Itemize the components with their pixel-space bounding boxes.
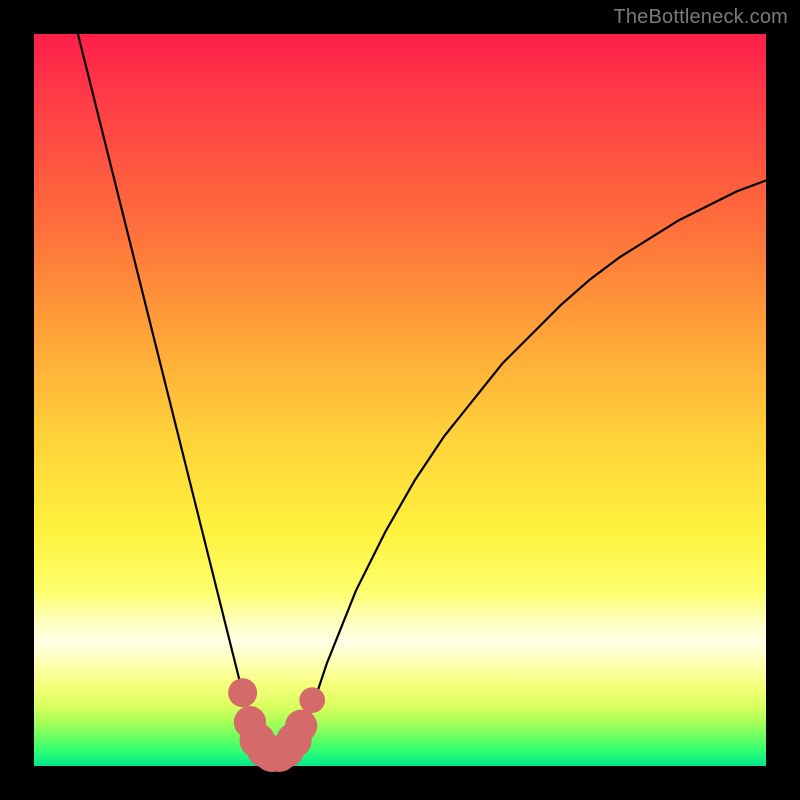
curve-svg — [34, 34, 766, 766]
plot-area — [34, 34, 766, 766]
bottleneck-curve — [78, 34, 766, 755]
highlight-dot — [285, 710, 317, 742]
highlight-dot — [228, 678, 257, 707]
chart-frame: TheBottleneck.com — [0, 0, 800, 800]
highlight-dots — [228, 678, 325, 772]
highlight-dot — [299, 687, 325, 713]
watermark-text: TheBottleneck.com — [613, 6, 788, 29]
